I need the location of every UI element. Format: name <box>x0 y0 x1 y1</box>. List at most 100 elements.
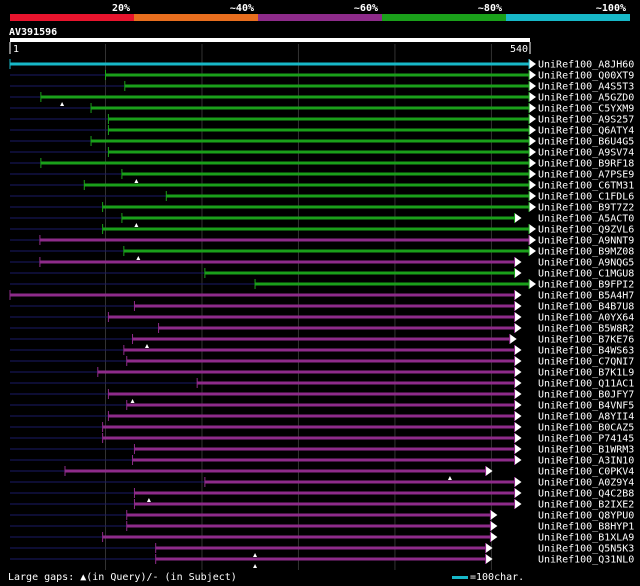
hit-row: UniRef100_Q6ATY4 <box>10 125 634 137</box>
hit-row: UniRef100_Q31NL0 <box>10 554 634 568</box>
hit-row: UniRef100_A9NNT9 <box>10 235 634 247</box>
hit-label: UniRef100_B4B7U8 <box>538 302 634 313</box>
hit-bar <box>84 183 531 187</box>
hit-bar <box>204 271 516 275</box>
hit-label: UniRef100_A9SV74 <box>538 148 634 159</box>
hit-row: UniRef100_Q8YPU0 <box>10 510 634 522</box>
query-bar <box>10 38 530 42</box>
hit-label: UniRef100_B5A4H7 <box>538 291 634 302</box>
hit-label: UniRef100_A0YX64 <box>538 313 634 324</box>
hit-bar <box>155 557 487 561</box>
hit-bar <box>121 216 516 220</box>
hit-bar <box>124 84 531 88</box>
hit-label: UniRef100_Q31NL0 <box>538 555 634 566</box>
hit-label: UniRef100_Q11AC1 <box>538 379 634 390</box>
hit-row: UniRef100_A9S257 <box>10 114 634 126</box>
hit-row: UniRef100_B2IXE2 <box>10 499 634 511</box>
legend-swatch-5 <box>506 14 630 21</box>
hit-row: UniRef100_P74145 <box>10 433 634 445</box>
hit-end-arrow <box>514 488 522 498</box>
identity-legend: 20% ~40% ~60% ~80% ~100% <box>10 3 630 21</box>
hit-label: UniRef100_Q5N5K3 <box>538 544 634 555</box>
hit-row: UniRef100_B0CAZ5 <box>10 422 634 434</box>
hit-end-arrow <box>529 92 536 102</box>
hit-bar <box>108 315 516 319</box>
hit-end-arrow <box>529 125 536 135</box>
query-gap-marker <box>130 399 135 403</box>
hit-end-arrow <box>514 444 522 454</box>
hit-label: UniRef100_C7QNI7 <box>538 357 634 368</box>
hit-end-arrow <box>529 246 536 256</box>
hit-label: UniRef100_P74145 <box>538 434 634 445</box>
query-gap-marker <box>134 223 139 227</box>
axis-end-label: 540 <box>510 44 528 55</box>
hit-bar <box>10 62 530 66</box>
hit-bar <box>126 513 492 517</box>
legend-swatch-1 <box>10 14 134 21</box>
hit-end-arrow <box>529 202 536 212</box>
hit-bar <box>102 425 516 429</box>
hit-end-arrow <box>514 268 522 278</box>
hit-end-arrow <box>514 422 522 432</box>
hit-bar <box>40 161 531 165</box>
hit-end-arrow <box>514 400 522 410</box>
legend-label-1: 20% <box>112 3 130 14</box>
hit-bar <box>105 73 531 77</box>
hit-bar <box>108 150 530 154</box>
blast-alignment-chart: 20% ~40% ~60% ~80% ~100% AV391596 1 540 UniRe… <box>9 3 634 570</box>
hit-label: UniRef100_C1FDL6 <box>538 192 634 203</box>
hit-bar <box>132 337 511 341</box>
hit-label: UniRef100_Q9ZVL6 <box>538 225 634 236</box>
hit-bar <box>166 194 530 198</box>
query-gap-marker <box>146 498 151 502</box>
legend-swatch-3 <box>258 14 382 21</box>
hit-label: UniRef100_B9MZ08 <box>538 247 634 258</box>
hit-end-arrow <box>514 213 522 223</box>
hit-label: UniRef100_A5ACT0 <box>538 214 634 225</box>
hit-end-arrow <box>529 103 536 113</box>
hit-end-arrow <box>514 477 522 487</box>
legend-swatch-2 <box>134 14 258 21</box>
query-gap-marker <box>60 102 65 106</box>
hit-row: UniRef100_C6TM31 <box>10 180 634 192</box>
hit-end-arrow <box>529 169 536 179</box>
gaps-legend: Large gaps: ▲(in Query)/- (in Subject) <box>8 572 237 583</box>
hit-end-arrow <box>514 323 522 333</box>
hit-bar <box>255 282 530 286</box>
hit-bar <box>134 447 516 451</box>
legend-label-5: ~100% <box>596 3 626 14</box>
hit-row: UniRef100_Q9ZVL6 <box>10 224 634 236</box>
hit-label: UniRef100_B2IXE2 <box>538 500 634 511</box>
hit-end-arrow <box>529 70 536 80</box>
hit-row: UniRef100_A9NQG5 <box>10 257 634 269</box>
hit-bar <box>134 304 516 308</box>
hit-label: UniRef100_C0PKV4 <box>538 467 634 478</box>
hit-row: UniRef100_B8HYP1 <box>10 521 634 533</box>
hit-bar <box>39 238 531 242</box>
hit-end-arrow <box>529 224 536 234</box>
hit-label: UniRef100_C1MGU8 <box>538 269 634 280</box>
hit-row: UniRef100_B4B7U8 <box>10 301 634 313</box>
hit-end-arrow <box>529 191 536 201</box>
hit-label: UniRef100_B7K1L9 <box>538 368 634 379</box>
hit-label: UniRef100_Q8YPU0 <box>538 511 634 522</box>
legend-label-3: ~60% <box>354 3 378 14</box>
hit-bar <box>155 546 487 550</box>
legend-label-4: ~80% <box>478 3 502 14</box>
hit-bar <box>132 458 516 462</box>
hit-end-arrow <box>514 455 522 465</box>
hit-label: UniRef100_B5W8R2 <box>538 324 634 335</box>
hit-row: UniRef100_A9SV74 <box>10 147 634 159</box>
hit-end-arrow <box>490 521 498 531</box>
hit-bar <box>10 293 516 297</box>
hit-label: UniRef100_A9S257 <box>538 115 634 126</box>
hit-label: UniRef100_A9NNT9 <box>538 236 634 247</box>
hit-row: UniRef100_Q11AC1 <box>10 378 634 390</box>
hit-end-arrow <box>529 180 536 190</box>
query-axis: 1 540 <box>9 38 531 55</box>
hit-bar <box>134 491 516 495</box>
hit-label: UniRef100_A7PSE9 <box>538 170 634 181</box>
hit-bar <box>64 469 487 473</box>
hit-end-arrow <box>490 510 498 520</box>
hit-end-arrow <box>514 257 522 267</box>
